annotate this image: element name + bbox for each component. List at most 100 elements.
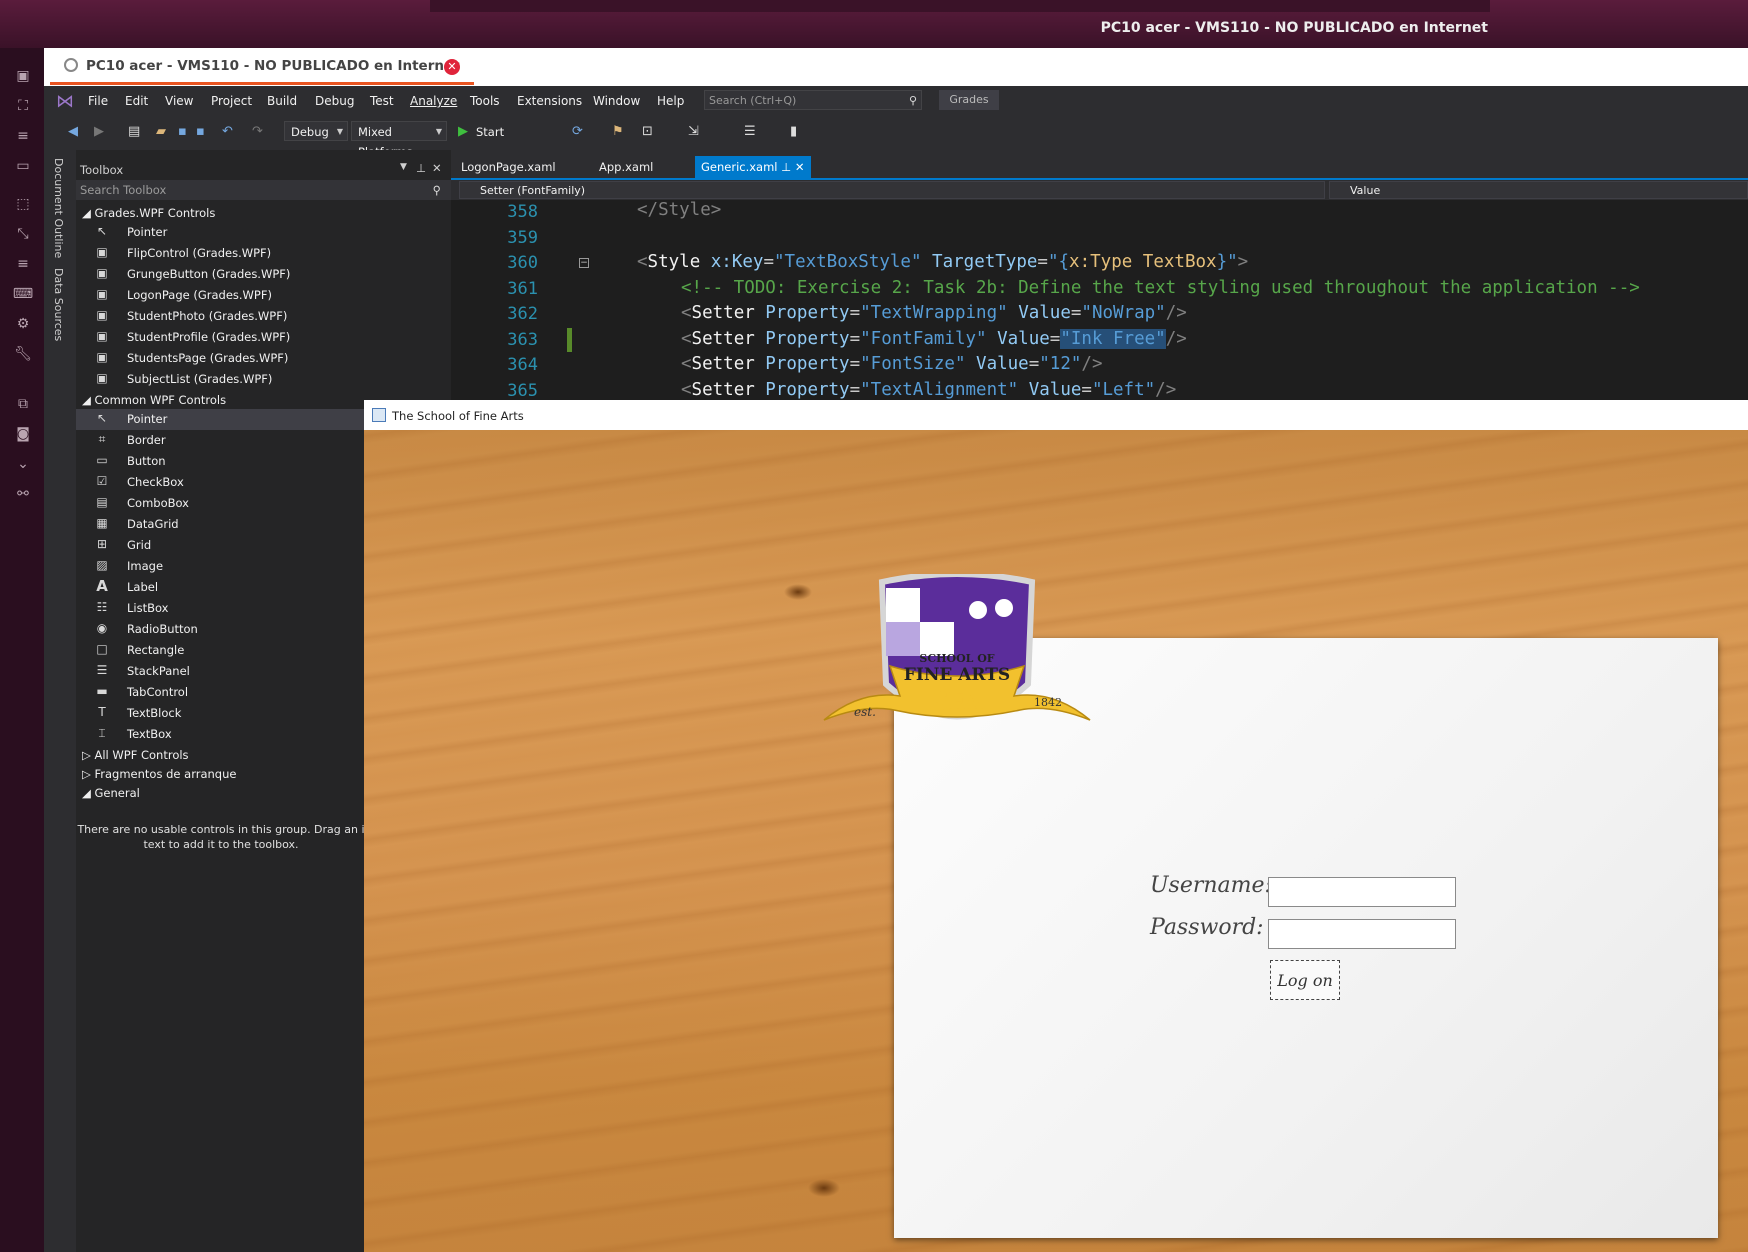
control-icon: ▣ <box>96 371 108 385</box>
save-icon[interactable]: ▪ <box>178 124 187 139</box>
new-project-icon[interactable]: ▤ <box>128 124 140 139</box>
password-field[interactable] <box>1268 919 1456 949</box>
toolbox-group-common-label: Common WPF Controls <box>94 393 227 407</box>
code-token: Value <box>965 354 1029 374</box>
open-folder-icon[interactable]: ▰ <box>156 124 166 139</box>
toolbox-group-fragments[interactable]: ▷ Fragmentos de arranque <box>82 767 236 781</box>
control-icon: ▣ <box>96 245 108 259</box>
menu-test[interactable]: Test <box>370 94 394 108</box>
nav-element-select[interactable]: Setter (FontFamily) <box>459 181 1325 199</box>
code-token: = <box>1037 252 1048 272</box>
username-field[interactable] <box>1268 877 1456 907</box>
toolbox-item-label: RadioButton <box>127 622 198 636</box>
tab-app[interactable]: App.xaml <box>599 160 653 174</box>
code-token: Setter <box>691 354 755 374</box>
toolbox-search-input[interactable]: Search Toolbox ⚲ <box>76 180 451 200</box>
undo-icon[interactable]: ↶ <box>222 124 233 139</box>
menu-project[interactable]: Project <box>211 94 252 108</box>
toolbox-group-all[interactable]: ▷ All WPF Controls <box>82 748 189 762</box>
dock-gear-icon[interactable]: ⚙ <box>12 316 34 336</box>
search-icon[interactable]: ⚲ <box>909 91 917 111</box>
toolbox-item[interactable]: ▣ StudentPhoto (Grades.WPF) <box>76 306 451 327</box>
code-token: < <box>681 380 692 400</box>
pin-icon[interactable]: ⊥ <box>416 161 426 175</box>
nav-member-value: Value <box>1350 184 1381 197</box>
menu-view[interactable]: View <box>165 94 193 108</box>
step-icon[interactable]: ⇲ <box>688 124 699 139</box>
menu-extensions[interactable]: Extensions <box>517 94 582 108</box>
dock-menu-icon[interactable]: ≡ <box>12 256 34 276</box>
dock-keyboard-icon[interactable]: ⌨ <box>12 286 34 306</box>
toolbox-group-common[interactable]: ◢ Common WPF Controls <box>82 393 226 407</box>
code-token: Value <box>1007 303 1071 323</box>
toolbox-group-general[interactable]: ◢ General <box>82 786 140 800</box>
refresh-icon[interactable]: ⟳ <box>572 124 583 139</box>
toolbox-item[interactable]: ▣ FlipControl (Grades.WPF) <box>76 243 451 264</box>
outer-tab-underline <box>50 82 474 85</box>
toolbox-item[interactable]: ▣ StudentsPage (Grades.WPF) <box>76 348 451 369</box>
menu-debug[interactable]: Debug <box>315 94 354 108</box>
bookmark-icon[interactable]: ▮ <box>790 124 797 139</box>
toolbox-item[interactable]: ↖ Pointer <box>76 222 451 243</box>
side-tab-document-outline[interactable]: Document Outline <box>52 158 65 258</box>
toolbox-group-grades[interactable]: ◢ Grades.WPF Controls <box>82 206 215 220</box>
outer-tab-title[interactable]: PC10 acer - VMS110 - NO PUBLICADO en Int… <box>86 58 460 74</box>
menu-tools[interactable]: Tools <box>470 94 500 108</box>
code-token: = <box>849 354 861 374</box>
attach-icon[interactable]: ⚑ <box>612 124 624 139</box>
close-icon[interactable]: ✕ <box>444 59 460 75</box>
tab-generic[interactable]: Generic.xaml ⊥ ✕ <box>695 156 811 178</box>
dock-copy-icon[interactable]: ⧉ <box>12 396 34 416</box>
dock-list-icon[interactable]: ≡ <box>12 128 34 148</box>
save-all-icon[interactable]: ▪ <box>196 124 205 139</box>
dock-window-icon[interactable]: ▭ <box>12 158 34 178</box>
nav-member-select[interactable]: Value <box>1329 181 1748 199</box>
tabcontrol-icon: ▬ <box>96 684 108 698</box>
code-editor[interactable]: 358 359 360 361 362 363 364 365 − </Styl… <box>451 200 1748 400</box>
dock-chevron-down-icon[interactable]: ⌄ <box>12 456 34 476</box>
dock-capture-icon[interactable]: ⬚ <box>12 196 34 216</box>
platform-select[interactable]: Mixed Platforms▼ <box>351 121 447 159</box>
redo-icon[interactable]: ↷ <box>252 124 263 139</box>
configuration-select[interactable]: Debug ▼ <box>284 121 348 141</box>
menu-build[interactable]: Build <box>267 94 297 108</box>
start-button[interactable]: Start <box>476 125 504 139</box>
menu-window[interactable]: Window <box>593 94 640 108</box>
dock-vm-icon[interactable]: ▣ <box>12 68 34 88</box>
toolbox-item[interactable]: ▣ GrungeButton (Grades.WPF) <box>76 264 451 285</box>
code-line-360: <Style x:Key="TextBoxStyle" TargetType="… <box>637 252 1248 272</box>
tab-logonpage[interactable]: LogonPage.xaml <box>461 160 556 174</box>
toolbox-item-label: Grid <box>127 538 152 552</box>
start-play-icon[interactable]: ▶ <box>458 124 468 139</box>
crest-tree <box>969 601 987 619</box>
dock-resize-icon[interactable]: ⤡ <box>12 226 34 246</box>
log-on-button[interactable]: Log on <box>1270 960 1340 1000</box>
dock-link-icon[interactable]: ⚯ <box>12 486 34 506</box>
indent-icon[interactable]: ☰ <box>744 124 756 139</box>
toolbox-dropdown-icon[interactable]: ▼ <box>400 162 407 172</box>
pin-icon[interactable]: ⊥ <box>781 160 791 174</box>
toolbox-search-icon[interactable]: ⚲ <box>433 180 441 200</box>
screenshot-icon[interactable]: ⊡ <box>642 124 653 139</box>
side-tab-data-sources[interactable]: Data Sources <box>52 268 65 341</box>
forward-icon[interactable]: ▶ <box>94 124 104 139</box>
back-icon[interactable]: ◀ <box>68 124 78 139</box>
search-input[interactable]: Search (Ctrl+Q) ⚲ <box>704 90 922 110</box>
dock-fullscreen-icon[interactable]: ⛶ <box>12 98 34 118</box>
textblock-icon: T <box>98 705 106 719</box>
menu-file[interactable]: File <box>88 94 108 108</box>
code-token: = <box>1081 380 1092 400</box>
toolbox-item[interactable]: ▣ LogonPage (Grades.WPF) <box>76 285 451 306</box>
menu-analyze[interactable]: Analyze <box>410 94 457 108</box>
menu-help[interactable]: Help <box>657 94 684 108</box>
dock-camera-icon[interactable]: ◙ <box>12 426 34 446</box>
toolbox-item[interactable]: ▣ SubjectList (Grades.WPF) <box>76 369 451 390</box>
toolbox-item[interactable]: ▣ StudentProfile (Grades.WPF) <box>76 327 451 348</box>
toolbox-header: Toolbox ▼ ⊥ ✕ <box>76 160 451 180</box>
tab-close-icon[interactable]: ✕ <box>795 160 805 174</box>
toolbox-close-icon[interactable]: ✕ <box>432 161 442 175</box>
collapse-icon[interactable]: − <box>579 258 589 268</box>
code-token: = <box>849 380 861 400</box>
dock-wrench-icon[interactable]: 🔧︎ <box>12 346 34 366</box>
menu-edit[interactable]: Edit <box>125 94 148 108</box>
